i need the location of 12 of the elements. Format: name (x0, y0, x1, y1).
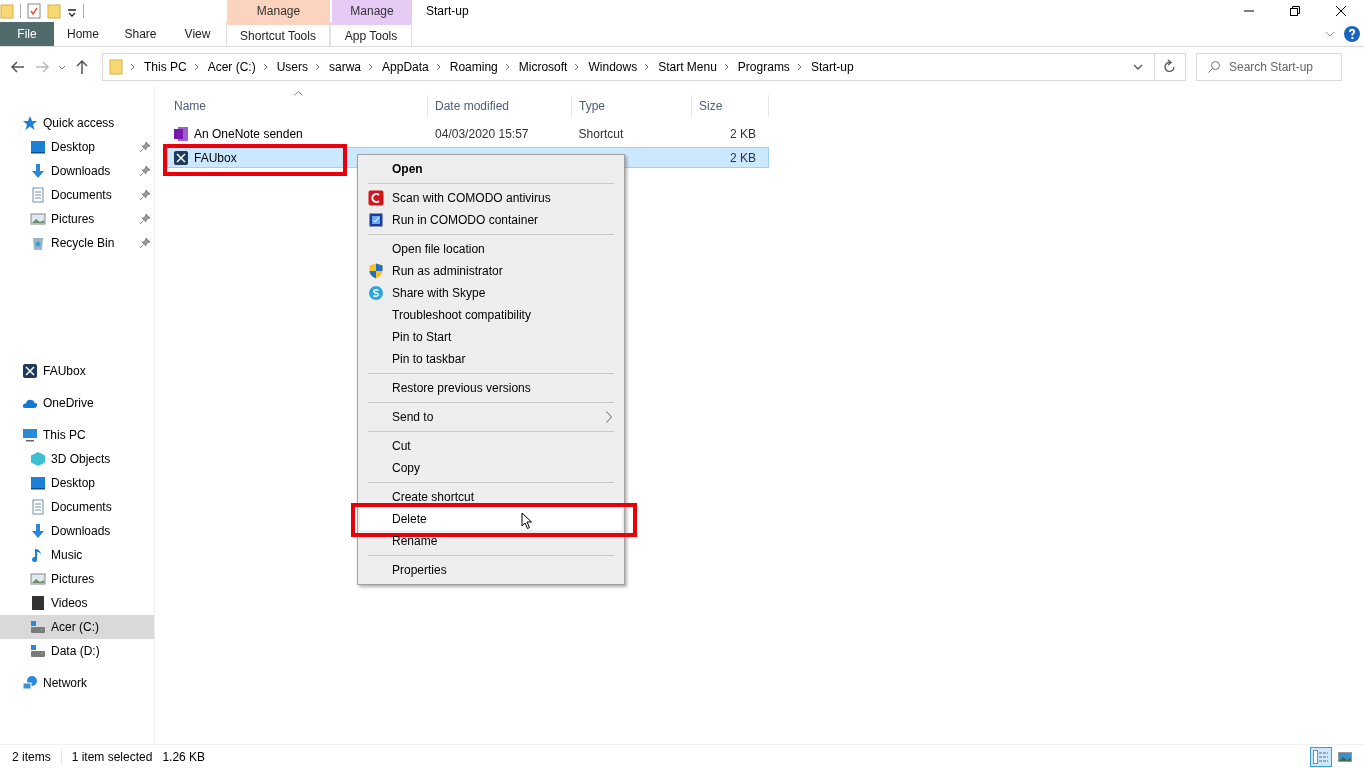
size-cell-text: 2 KB (729, 126, 757, 141)
selection-count: 1 item selected (71, 749, 153, 764)
context-group-label: Manage (227, 0, 330, 22)
window-title: Start-up (425, 3, 469, 20)
file-name: FAUbox (194, 150, 237, 165)
type-cell: Shortcut (578, 126, 624, 141)
selection-size: 1.26 KB (162, 749, 206, 764)
file-name: An OneNote senden (194, 126, 303, 141)
item-count: 2 items (12, 749, 51, 764)
size-cell-text: 2 KB (729, 150, 757, 165)
date-cell: 04/03/2020 15:57 (435, 126, 529, 141)
context-group-label: Manage (332, 0, 412, 22)
